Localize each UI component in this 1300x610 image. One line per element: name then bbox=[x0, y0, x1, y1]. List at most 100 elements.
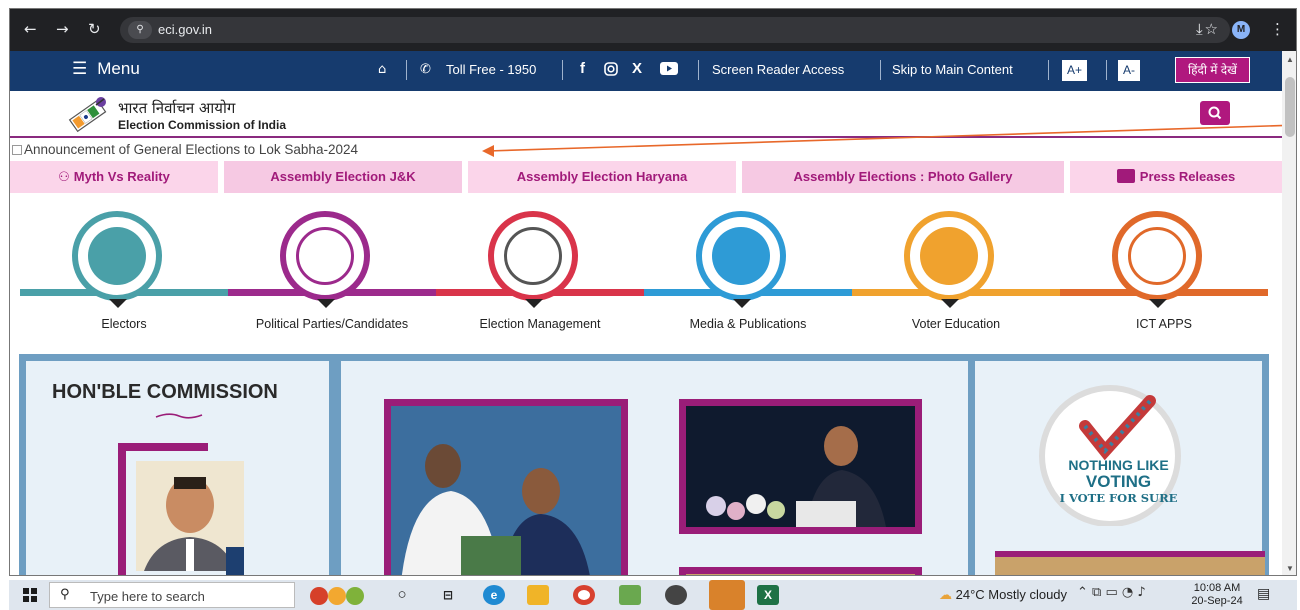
tab-photo-gallery[interactable]: Assembly Elections : Photo Gallery bbox=[742, 161, 1064, 193]
divider bbox=[698, 60, 699, 80]
divider bbox=[562, 60, 563, 80]
annotation-arrow-icon bbox=[482, 124, 1296, 157]
cortana-icon[interactable]: ○ bbox=[391, 585, 413, 605]
page-scrollbar[interactable]: ▲ ▼ bbox=[1282, 51, 1296, 575]
voting-logo-line2: VOTING bbox=[1085, 472, 1152, 491]
clock-app-icon[interactable] bbox=[665, 585, 687, 605]
more-icon[interactable]: ⋮ bbox=[1270, 20, 1285, 38]
clock-time: 10:08 AM bbox=[1193, 582, 1241, 594]
task-view-icon[interactable]: ⊟ bbox=[437, 585, 459, 605]
url-text[interactable]: eci.gov.in bbox=[158, 22, 212, 37]
utility-bar: ☰ Menu ⌂ ✆ Toll Free - 1950 f X Screen Re… bbox=[10, 51, 1282, 91]
divider bbox=[1048, 60, 1049, 80]
screen-reader-link[interactable]: Screen Reader Access bbox=[712, 62, 844, 77]
active-app-icon[interactable] bbox=[709, 580, 745, 610]
font-increase-button[interactable]: A+ bbox=[1062, 60, 1088, 81]
scroll-up-icon[interactable]: ▲ bbox=[1286, 55, 1294, 64]
gallery-photo-third[interactable] bbox=[679, 567, 922, 575]
globe-icon bbox=[1112, 211, 1202, 301]
search-button[interactable] bbox=[1200, 101, 1230, 125]
star-icon[interactable]: ☆ bbox=[1205, 20, 1218, 38]
address-bar[interactable]: ⚲ eci.gov.in ☆ bbox=[120, 17, 1230, 43]
instagram-icon[interactable] bbox=[604, 62, 618, 79]
divider bbox=[880, 60, 881, 80]
avatar[interactable]: M bbox=[1232, 21, 1250, 39]
scroll-thumb[interactable] bbox=[1285, 77, 1295, 137]
home-icon[interactable]: ⌂ bbox=[378, 62, 386, 77]
category-ict-apps[interactable]: ICT APPS bbox=[1060, 199, 1268, 339]
divider bbox=[1106, 60, 1107, 80]
commission-panel: HON'BLE COMMISSION bbox=[26, 361, 329, 575]
hamburger-icon: ☰ bbox=[72, 59, 88, 79]
youtube-icon[interactable] bbox=[660, 62, 678, 78]
media-icon bbox=[696, 211, 786, 301]
main-content: HON'BLE COMMISSION NOTHING LIKE VOTING I… bbox=[19, 354, 1269, 575]
edge-icon[interactable]: e bbox=[483, 585, 505, 605]
voting-photo-frame[interactable] bbox=[995, 551, 1265, 575]
back-icon[interactable]: ← bbox=[24, 20, 37, 38]
category-label: Election Management bbox=[479, 317, 601, 331]
taskbar-search-input[interactable]: ⚲ Type here to search bbox=[49, 582, 295, 608]
category-electors[interactable]: Electors bbox=[20, 199, 228, 339]
gallery-photo-president[interactable] bbox=[384, 399, 628, 575]
tab-myth-vs-reality[interactable]: ⚇ Myth Vs Reality bbox=[10, 161, 218, 193]
eci-logo-icon[interactable] bbox=[60, 93, 115, 137]
notification-icon[interactable]: ▤ bbox=[1257, 586, 1270, 602]
windows-taskbar: ⚲ Type here to search ○ ⊟ e X ☁ 24°C Mos… bbox=[9, 580, 1297, 610]
commission-title: HON'BLE COMMISSION bbox=[52, 381, 278, 403]
ballot-box-icon bbox=[488, 211, 578, 301]
scroll-down-icon[interactable]: ▼ bbox=[1286, 564, 1294, 573]
gallery-photo-event[interactable] bbox=[679, 399, 922, 534]
category-label: Voter Education bbox=[911, 317, 1001, 331]
category-voter-education[interactable]: Voter Education bbox=[852, 199, 1060, 339]
announcement-text: Announcement of General Elections to Lok… bbox=[24, 142, 358, 157]
search-icon: ⚲ bbox=[60, 587, 70, 602]
broken-image-icon bbox=[12, 145, 22, 155]
voting-logo-line1: NOTHING LIKE bbox=[1068, 457, 1169, 473]
gallery-panel bbox=[341, 361, 968, 575]
category-election-management[interactable]: Election Management bbox=[436, 199, 644, 339]
system-tray[interactable]: ⌃ ⧉ ▭ ◔ ♪ bbox=[1077, 585, 1146, 600]
image-viewer-icon[interactable] bbox=[619, 585, 641, 605]
forward-icon[interactable]: → bbox=[56, 20, 69, 38]
phone-icon: ✆ bbox=[420, 62, 431, 77]
category-label: Electors bbox=[101, 317, 147, 331]
tab-assembly-election-haryana[interactable]: Assembly Election Haryana bbox=[468, 161, 736, 193]
fruit-widget-icon[interactable] bbox=[305, 583, 375, 607]
quick-links-bar: ⚇ Myth Vs Reality Assembly Election J&K A… bbox=[10, 161, 1282, 193]
caret-down-icon bbox=[525, 299, 543, 308]
caret-down-icon bbox=[1149, 299, 1167, 308]
hindi-language-button[interactable]: हिंदी में देखें bbox=[1175, 57, 1250, 83]
category-label: Media & Publications bbox=[689, 317, 807, 331]
chrome-icon[interactable] bbox=[573, 585, 595, 605]
file-explorer-icon[interactable] bbox=[527, 585, 549, 605]
x-icon[interactable]: X bbox=[632, 60, 642, 77]
menu-button[interactable]: ☰ Menu bbox=[72, 59, 140, 79]
facebook-icon[interactable]: f bbox=[580, 60, 585, 77]
caret-down-icon bbox=[109, 299, 127, 308]
cloud-icon: ☁ bbox=[939, 588, 952, 603]
category-political-parties[interactable]: Political Parties/Candidates bbox=[228, 199, 436, 339]
taskbar-clock[interactable]: 10:08 AM 20-Sep-24 bbox=[1189, 582, 1245, 608]
caret-down-icon bbox=[317, 299, 335, 308]
font-decrease-button[interactable]: A- bbox=[1118, 60, 1140, 81]
reload-icon[interactable]: ↻ bbox=[88, 20, 101, 38]
download-icon[interactable]: ⤓ bbox=[1196, 20, 1203, 38]
tab-assembly-election-jk[interactable]: Assembly Election J&K bbox=[224, 161, 462, 193]
browser-toolbar: ← → ↻ ⚲ eci.gov.in ☆ ⤓ M ⋮ bbox=[10, 9, 1296, 51]
tab-press-releases[interactable]: Press Releases bbox=[1070, 161, 1282, 193]
people-icon: ⚇ bbox=[58, 170, 70, 185]
weather-widget[interactable]: ☁ 24°C Mostly cloudy bbox=[939, 587, 1067, 603]
divider bbox=[406, 60, 407, 80]
toll-free-link[interactable]: Toll Free - 1950 bbox=[446, 62, 536, 77]
windows-start-icon[interactable] bbox=[23, 588, 37, 602]
photo-accent bbox=[226, 547, 244, 575]
brand-hindi: भारत निर्वाचन आयोग bbox=[118, 99, 236, 117]
voting-campaign-panel: NOTHING LIKE VOTING I VOTE FOR SURE bbox=[975, 361, 1265, 575]
decorative-swoosh-icon bbox=[155, 413, 203, 419]
skip-main-link[interactable]: Skip to Main Content bbox=[892, 62, 1013, 77]
category-media-publications[interactable]: Media & Publications bbox=[644, 199, 852, 339]
excel-icon[interactable]: X bbox=[757, 585, 779, 605]
site-info-icon[interactable]: ⚲ bbox=[128, 21, 152, 39]
brand-english: Election Commission of India bbox=[118, 118, 287, 132]
